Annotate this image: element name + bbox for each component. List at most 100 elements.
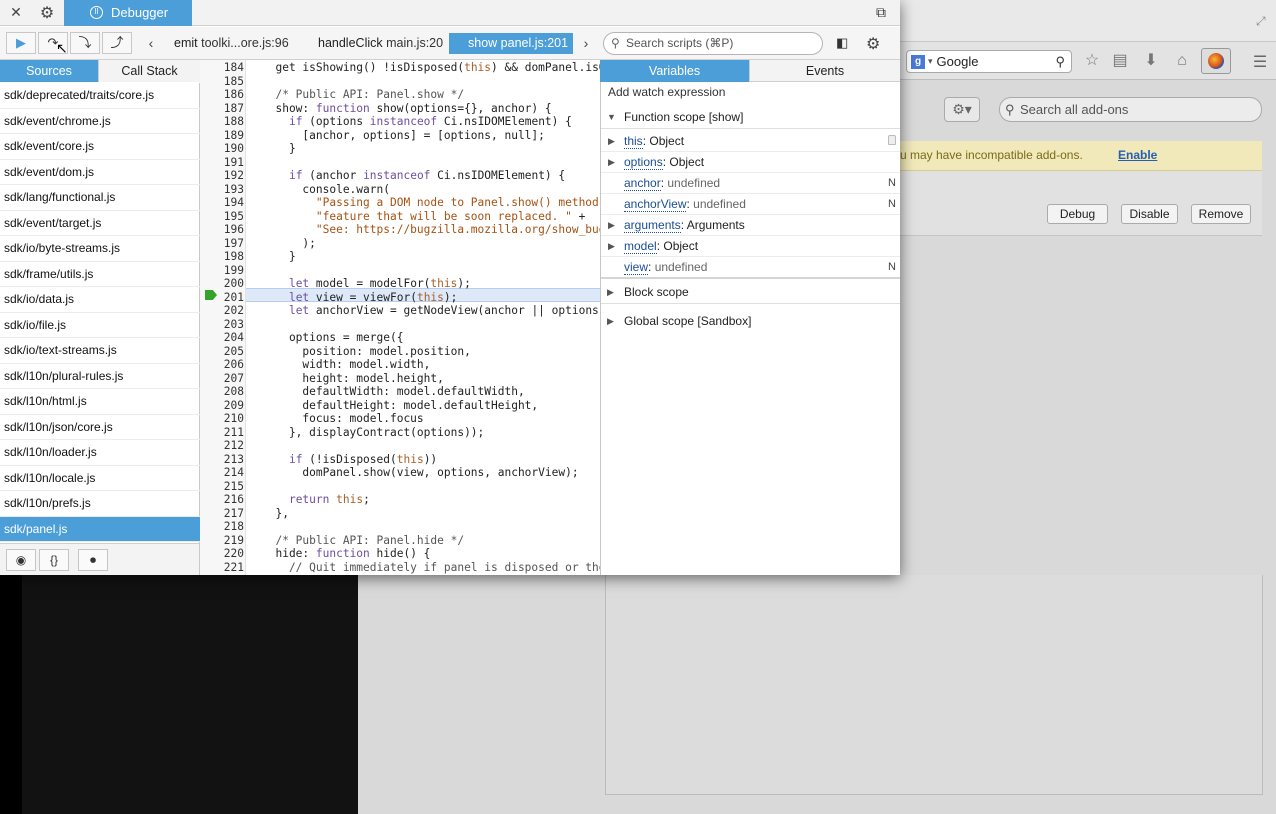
expand-triangle-icon[interactable]: ▶ (608, 131, 615, 151)
line-number[interactable]: 204 (200, 331, 244, 345)
toggle-breakpoints-button[interactable]: ⏺ (78, 549, 108, 571)
firefox-addon-button[interactable] (1201, 48, 1231, 74)
line-number[interactable]: 214 (200, 466, 244, 480)
variable-row[interactable]: anchorView: undefined N (601, 194, 900, 215)
line-number[interactable]: 189 (200, 129, 244, 143)
line-number[interactable]: 208 (200, 385, 244, 399)
source-item[interactable]: sdk/io/text-streams.js (0, 338, 200, 364)
function-scope-header[interactable]: ▼ Function scope [show] (601, 105, 900, 129)
line-number[interactable]: 206 (200, 358, 244, 372)
variable-row[interactable]: ▶ model: Object (601, 236, 900, 257)
addon-search-input[interactable]: ⚲ Search all add-ons (999, 97, 1262, 122)
tab-sources[interactable]: Sources (0, 60, 98, 82)
source-item[interactable]: sdk/l10n/locale.js (0, 466, 200, 491)
addons-tools-button[interactable]: ⚙▾ (944, 97, 980, 122)
source-item[interactable]: sdk/io/byte-streams.js (0, 236, 200, 262)
home-icon[interactable]: ⌂ (1173, 52, 1191, 70)
source-item[interactable]: sdk/l10n/prefs.js (0, 491, 200, 517)
bookmarks-menu-icon[interactable]: ▤ (1111, 52, 1129, 70)
source-item[interactable]: sdk/l10n/json/core.js (0, 415, 200, 440)
line-number[interactable]: 199 (200, 264, 244, 278)
variable-row[interactable]: ▶ arguments: Arguments (601, 215, 900, 236)
line-number[interactable]: 219 (200, 534, 244, 548)
breadcrumb-frame-emit[interactable]: emit toolki...ore.js:96 (174, 33, 289, 54)
breadcrumb-back-chevron-icon[interactable]: ‹ (144, 33, 158, 53)
enable-link[interactable]: Enable (1118, 141, 1157, 169)
close-icon[interactable]: ✕ (8, 4, 24, 22)
disable-button[interactable]: Disable (1121, 204, 1178, 224)
dock-side-icon[interactable]: ⧉ (876, 4, 892, 20)
tab-debugger[interactable]: ll Debugger (64, 0, 192, 26)
line-number[interactable]: 209 (200, 399, 244, 413)
expand-triangle-icon[interactable]: ▶ (608, 152, 615, 172)
source-item[interactable]: sdk/panel.js (0, 516, 200, 542)
line-number[interactable]: 203 (200, 318, 244, 332)
global-scope-header[interactable]: ▶ Global scope [Sandbox] (601, 309, 900, 333)
downloads-icon[interactable]: ⬇ (1142, 52, 1160, 70)
source-item[interactable]: sdk/deprecated/traits/core.js (0, 83, 200, 109)
tab-call-stack[interactable]: Call Stack (98, 60, 200, 82)
blackbox-button[interactable]: ◉ (6, 549, 36, 571)
line-number[interactable]: 186 (200, 88, 244, 102)
source-editor[interactable]: 184 185 186 187 188 189 190 191 192 193 194 195 196 1… (200, 60, 600, 575)
tab-variables[interactable]: Variables (600, 60, 749, 82)
line-number[interactable]: 192 (200, 169, 244, 183)
line-gutter[interactable]: 184 185 186 187 188 189 190 191 192 193 194 195 196 1… (200, 60, 246, 575)
line-number[interactable]: 213 (200, 453, 244, 467)
source-item[interactable]: sdk/event/target.js (0, 211, 200, 236)
source-item[interactable]: sdk/l10n/loader.js (0, 440, 200, 466)
variable-row[interactable]: anchor: undefined N (601, 173, 900, 194)
block-scope-header[interactable]: ▶ Block scope (601, 280, 900, 304)
line-number[interactable]: 212 (200, 439, 244, 453)
line-number[interactable]: 195 (200, 210, 244, 224)
add-watch-expression[interactable]: Add watch expression (608, 84, 725, 100)
fullscreen-icon[interactable]: ⤢ (1256, 14, 1266, 29)
line-number[interactable]: 198 (200, 250, 244, 264)
source-item[interactable]: sdk/io/file.js (0, 313, 200, 338)
line-number[interactable]: 185 (200, 75, 244, 89)
variable-row[interactable]: ▶ this: Object (601, 131, 900, 152)
line-number[interactable]: 207 (200, 372, 244, 386)
hamburger-menu-icon[interactable]: ☰ (1250, 52, 1270, 71)
line-number[interactable]: 191 (200, 156, 244, 170)
remove-button[interactable]: Remove (1191, 204, 1251, 224)
line-number[interactable]: 215 (200, 480, 244, 494)
prettify-button[interactable]: {} (39, 549, 69, 571)
line-number[interactable]: 194 (200, 196, 244, 210)
resume-button[interactable]: ▶ (6, 32, 36, 54)
step-in-button[interactable]: ⤵ (70, 32, 100, 54)
line-number[interactable]: 188 (200, 115, 244, 129)
tab-events[interactable]: Events (749, 60, 900, 82)
line-number[interactable]: 202 (200, 304, 244, 318)
expand-triangle-icon[interactable]: ▶ (608, 215, 615, 235)
line-number[interactable]: 220 (200, 547, 244, 561)
source-item[interactable]: sdk/event/dom.js (0, 160, 200, 185)
line-number[interactable]: 205 (200, 345, 244, 359)
debugger-options-gear-icon[interactable]: ⚙ (866, 34, 884, 53)
line-number[interactable]: 210 (200, 412, 244, 426)
source-item[interactable]: sdk/io/data.js (0, 287, 200, 313)
source-item[interactable]: sdk/l10n/html.js (0, 389, 200, 415)
line-number[interactable]: 200 (200, 277, 244, 291)
source-item[interactable]: sdk/event/chrome.js (0, 109, 200, 134)
breadcrumb-frame-handleclick[interactable]: handleClick main.js:20 (318, 33, 443, 54)
line-number[interactable]: 184 (200, 61, 244, 75)
bookmark-star-icon[interactable]: ☆ (1083, 52, 1101, 70)
source-item[interactable]: sdk/event/core.js (0, 134, 200, 160)
breadcrumb-forward-chevron-icon[interactable]: › (579, 33, 593, 53)
toggle-panes-icon[interactable]: ◧ (836, 35, 852, 51)
debug-button[interactable]: Debug (1047, 204, 1108, 224)
source-item[interactable]: sdk/lang/functional.js (0, 185, 200, 211)
step-out-button[interactable]: ⤴ (102, 32, 132, 54)
source-item[interactable]: sdk/l10n/plural-rules.js (0, 364, 200, 389)
line-number[interactable]: 211 (200, 426, 244, 440)
line-number[interactable]: 197 (200, 237, 244, 251)
line-number[interactable]: 187 (200, 102, 244, 116)
line-number[interactable]: 221 (200, 561, 244, 575)
line-number[interactable]: 217 (200, 507, 244, 521)
source-item[interactable]: sdk/frame/utils.js (0, 262, 200, 287)
breadcrumb-frame-show[interactable]: show panel.js:201 (449, 33, 573, 54)
expand-triangle-icon[interactable]: ▶ (608, 236, 615, 256)
variable-row[interactable]: view: undefined N (601, 257, 900, 278)
line-number[interactable]: 190 (200, 142, 244, 156)
